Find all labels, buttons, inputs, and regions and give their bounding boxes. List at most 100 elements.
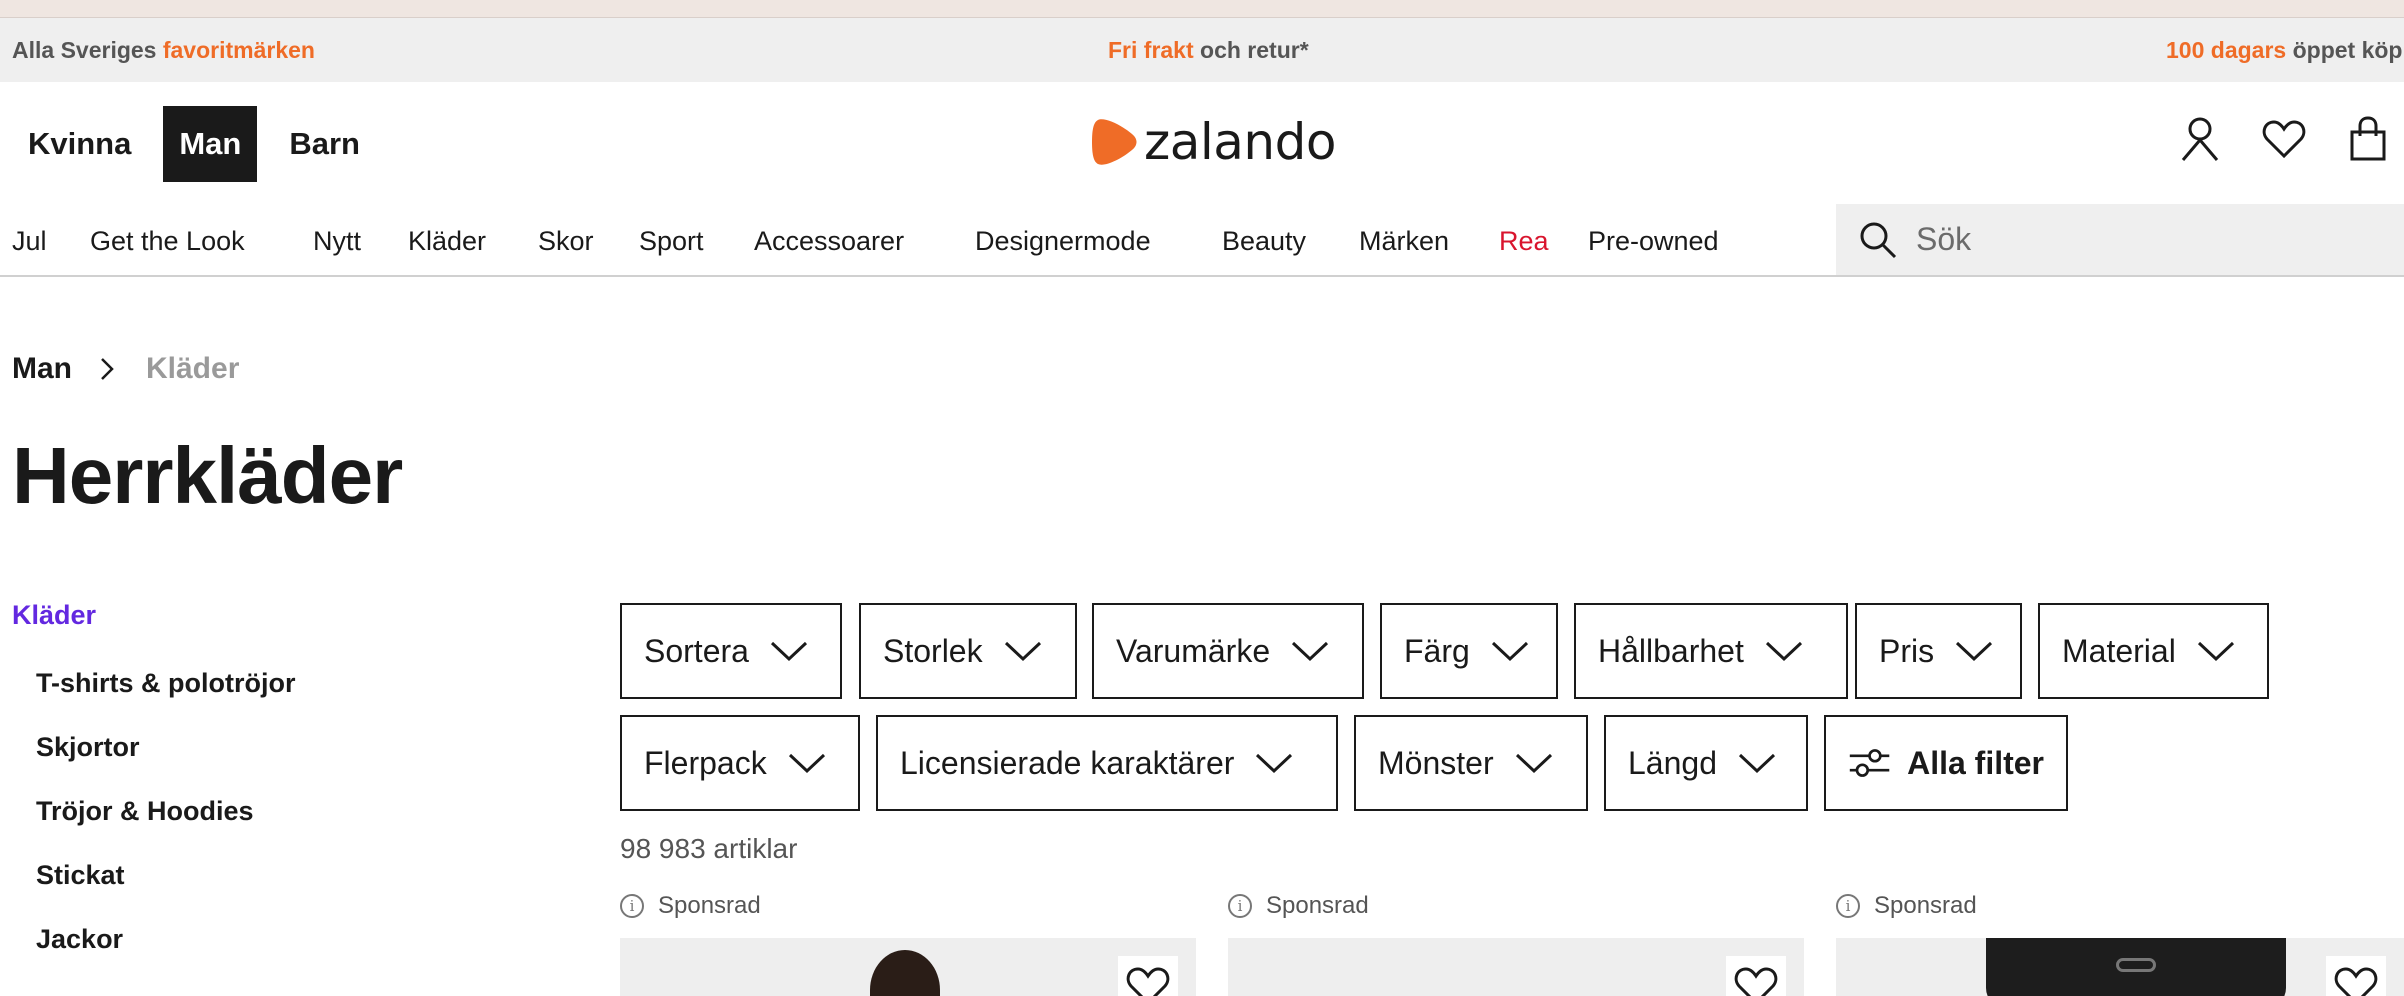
filter-label: Flerpack	[644, 744, 767, 781]
promo-shipping-accent: Fri frakt	[1108, 37, 1194, 63]
all-filters-label: Alla filter	[1907, 744, 2044, 781]
nav-item-accessoarer[interactable]: Accessoarer	[754, 226, 904, 257]
nav-item-nytt[interactable]: Nytt	[313, 226, 361, 257]
filter-label: Färg	[1404, 632, 1470, 669]
product-image	[1986, 938, 2286, 996]
chevron-down-icon	[770, 641, 807, 662]
search-bar[interactable]	[1836, 204, 2404, 275]
gender-tab-kvinna[interactable]: Kvinna	[12, 106, 147, 182]
filter-label: Storlek	[883, 632, 983, 669]
filter-sortera[interactable]: Sortera	[620, 603, 842, 699]
nav-item-marken[interactable]: Märken	[1359, 226, 1449, 257]
chevron-down-icon	[1004, 641, 1041, 662]
chevron-down-icon	[1956, 641, 1993, 662]
filter-material[interactable]: Material	[2038, 603, 2269, 699]
promo-brands-accent: favoritmärken	[162, 37, 315, 63]
product-card[interactable]	[620, 938, 1196, 996]
wishlist-heart-icon[interactable]	[2326, 956, 2386, 996]
gender-tab-barn[interactable]: Barn	[273, 106, 376, 182]
promo-free-shipping[interactable]: Fri frakt och retur*	[1108, 37, 1309, 64]
promo-shipping-text: och retur*	[1193, 37, 1309, 63]
sponsored-text: Sponsrad	[1266, 892, 1369, 919]
chevron-down-icon	[1515, 753, 1552, 774]
filter-hallbarhet[interactable]: Hållbarhet	[1574, 603, 1848, 699]
chevron-down-icon	[1491, 641, 1528, 662]
chevron-down-icon	[2197, 641, 2234, 662]
wishlist-heart-icon[interactable]	[1118, 956, 1178, 996]
nav-item-pre-owned[interactable]: Pre-owned	[1588, 226, 1719, 257]
nav-item-rea[interactable]: Rea	[1499, 226, 1549, 257]
account-icon[interactable]	[2178, 114, 2222, 164]
wishlist-heart-icon[interactable]	[2262, 114, 2306, 164]
promo-return-accent: 100 dagars	[2166, 37, 2287, 63]
logo-wordmark: zalando	[1144, 113, 1336, 171]
sponsored-label[interactable]: i Sponsrad	[620, 892, 761, 920]
breadcrumb: Man Kläder	[12, 352, 239, 386]
sidebar-item-trojor-hoodies[interactable]: Tröjor & Hoodies	[36, 796, 254, 827]
promo-return-policy[interactable]: 100 dagars öppet köp	[2166, 37, 2402, 64]
chevron-down-icon	[788, 753, 825, 774]
nav-item-designermode[interactable]: Designermode	[975, 226, 1151, 257]
filter-flerpack[interactable]: Flerpack	[620, 715, 860, 811]
product-image	[870, 950, 940, 996]
sidebar-item-jackor[interactable]: Jackor	[36, 924, 123, 955]
filter-label: Licensierade karaktärer	[900, 744, 1235, 781]
info-icon: i	[620, 894, 644, 918]
shopping-bag-icon[interactable]	[2346, 114, 2390, 164]
promo-return-text: öppet köp	[2286, 37, 2403, 63]
promo-bar: Alla Sveriges favoritmärken Fri frakt oc…	[0, 18, 2404, 82]
product-card[interactable]	[1836, 938, 2404, 996]
search-icon	[1860, 222, 1897, 258]
nav-item-skor[interactable]: Skor	[538, 226, 594, 257]
promo-brands[interactable]: Alla Sveriges favoritmärken	[12, 37, 315, 64]
sidebar-item-stickat[interactable]: Stickat	[36, 860, 125, 891]
filter-sliders-icon	[1849, 749, 1890, 777]
category-sidebar: Kläder T-shirts & polotröjor Skjortor Tr…	[12, 600, 296, 954]
filter-label: Sortera	[644, 632, 749, 669]
zalando-logo[interactable]: zalando	[1090, 113, 1336, 171]
filter-pris[interactable]: Pris	[1855, 603, 2022, 699]
wishlist-heart-icon[interactable]	[1726, 956, 1786, 996]
sidebar-item-skjortor[interactable]: Skjortor	[36, 732, 140, 763]
filter-label: Varumärke	[1116, 632, 1271, 669]
breadcrumb-item-man[interactable]: Man	[12, 352, 72, 386]
sponsored-label[interactable]: i Sponsrad	[1228, 892, 1369, 920]
info-icon: i	[1836, 894, 1860, 918]
nav-item-klader[interactable]: Kläder	[408, 226, 486, 257]
chevron-down-icon	[1256, 753, 1293, 774]
gender-nav: Kvinna Man Barn	[0, 106, 376, 182]
filter-label: Pris	[1879, 632, 1935, 669]
nav-item-sport[interactable]: Sport	[639, 226, 704, 257]
info-icon: i	[1228, 894, 1252, 918]
nav-item-jul[interactable]: Jul	[12, 226, 47, 257]
filter-langd[interactable]: Längd	[1604, 715, 1808, 811]
search-input[interactable]	[1916, 221, 2376, 258]
nav-divider	[0, 275, 2404, 277]
filter-storlek[interactable]: Storlek	[859, 603, 1077, 699]
chevron-right-icon	[100, 357, 114, 381]
chevron-down-icon	[1765, 641, 1802, 662]
header-icons	[2178, 114, 2390, 164]
sidebar-item-tshirts[interactable]: T-shirts & polotröjor	[36, 668, 296, 699]
breadcrumb-item-klader: Kläder	[146, 352, 240, 385]
all-filters-button[interactable]: Alla filter	[1824, 715, 2068, 811]
sidebar-heading-klader[interactable]: Kläder	[12, 600, 96, 631]
filter-label: Längd	[1628, 744, 1717, 781]
sponsored-text: Sponsrad	[1874, 892, 1977, 919]
nav-item-get-the-look[interactable]: Get the Look	[90, 226, 245, 257]
article-count: 98 983 artiklar	[620, 833, 798, 864]
browser-top-strip	[0, 0, 2404, 18]
promo-brands-text: Alla Sveriges	[12, 37, 163, 63]
page-title: Herrkläder	[12, 431, 403, 520]
filter-label: Material	[2062, 632, 2176, 669]
filter-farg[interactable]: Färg	[1380, 603, 1558, 699]
sponsored-label[interactable]: i Sponsrad	[1836, 892, 1977, 920]
filter-label: Mönster	[1378, 744, 1494, 781]
gender-tab-man[interactable]: Man	[163, 106, 258, 182]
sponsored-text: Sponsrad	[658, 892, 761, 919]
nav-item-beauty[interactable]: Beauty	[1222, 226, 1306, 257]
filter-monster[interactable]: Mönster	[1354, 715, 1588, 811]
filter-licensierade-karaktarer[interactable]: Licensierade karaktärer	[876, 715, 1338, 811]
product-card[interactable]	[1228, 938, 1804, 996]
filter-varumarke[interactable]: Varumärke	[1092, 603, 1364, 699]
